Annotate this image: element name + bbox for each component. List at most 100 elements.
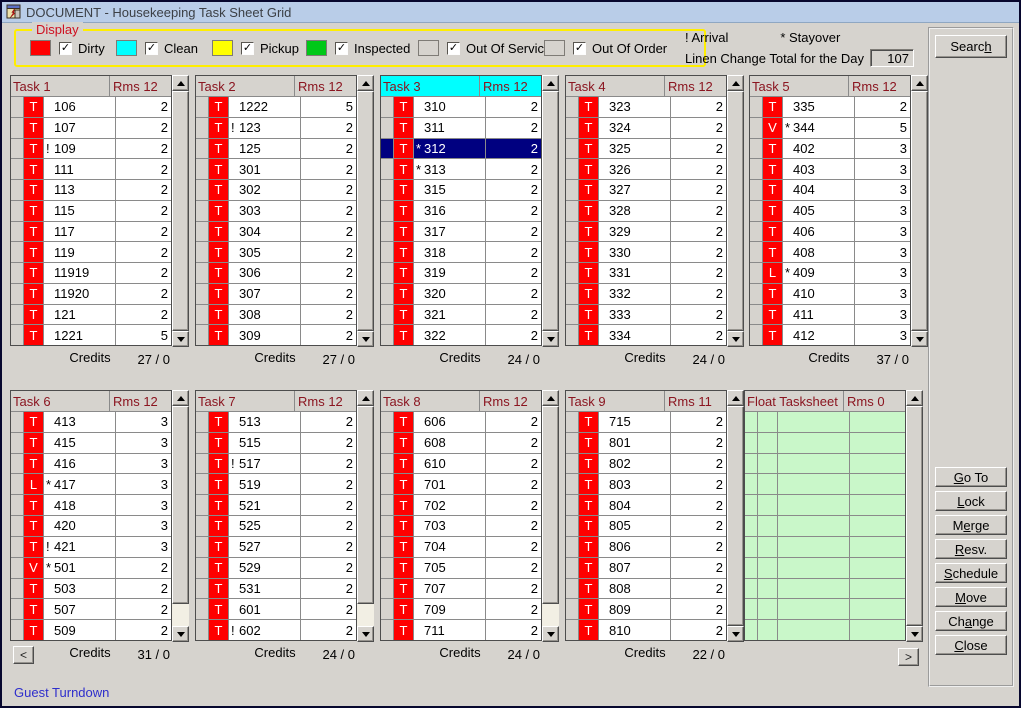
task-row[interactable] bbox=[745, 537, 905, 558]
row-selector[interactable] bbox=[11, 325, 24, 345]
scroll-down-button[interactable] bbox=[172, 626, 189, 642]
row-selector[interactable] bbox=[566, 433, 579, 453]
task-row[interactable]: T4133 bbox=[11, 412, 171, 433]
task-row[interactable]: T4033 bbox=[750, 159, 910, 180]
row-selector[interactable] bbox=[381, 558, 394, 578]
close-button[interactable]: Close bbox=[935, 635, 1007, 655]
task-row[interactable]: T!5172 bbox=[196, 454, 356, 475]
task-row[interactable]: T5152 bbox=[196, 433, 356, 454]
row-selector[interactable] bbox=[11, 139, 24, 159]
task-row[interactable]: T5032 bbox=[11, 579, 171, 600]
task-row[interactable]: T3082 bbox=[196, 305, 356, 326]
out-of-service-checkbox[interactable]: ✓ bbox=[447, 42, 460, 55]
task-row[interactable]: T4083 bbox=[750, 242, 910, 263]
row-selector[interactable] bbox=[750, 118, 763, 138]
scroll-up-button[interactable] bbox=[911, 75, 928, 91]
task-row[interactable]: T3332 bbox=[566, 305, 726, 326]
task-row[interactable] bbox=[745, 516, 905, 537]
row-selector[interactable] bbox=[381, 537, 394, 557]
row-selector[interactable] bbox=[381, 325, 394, 345]
task-row[interactable]: T7012 bbox=[381, 474, 541, 495]
row-selector[interactable] bbox=[11, 558, 24, 578]
panel-scrollbar[interactable] bbox=[542, 390, 559, 642]
guest-turndown-link[interactable]: Guest Turndown bbox=[14, 685, 109, 700]
scroll-thumb[interactable] bbox=[542, 91, 559, 331]
panel-scrollbar[interactable] bbox=[911, 75, 928, 347]
panel-scrollbar[interactable] bbox=[172, 390, 189, 642]
row-selector[interactable] bbox=[381, 433, 394, 453]
row-selector[interactable] bbox=[566, 620, 579, 640]
row-selector[interactable] bbox=[11, 537, 24, 557]
row-selector[interactable] bbox=[11, 284, 24, 304]
scroll-thumb[interactable] bbox=[911, 91, 928, 331]
row-selector[interactable] bbox=[381, 412, 394, 432]
task-row[interactable] bbox=[745, 599, 905, 620]
task-row[interactable]: T3022 bbox=[196, 180, 356, 201]
row-selector[interactable] bbox=[750, 159, 763, 179]
row-selector[interactable] bbox=[381, 263, 394, 283]
row-selector[interactable] bbox=[566, 412, 579, 432]
scroll-down-button[interactable] bbox=[542, 626, 559, 642]
panel-scrollbar[interactable] bbox=[727, 390, 744, 642]
task-row[interactable]: V*3445 bbox=[750, 118, 910, 139]
task-row[interactable]: L*4173 bbox=[11, 474, 171, 495]
row-selector[interactable] bbox=[196, 474, 209, 494]
task-row[interactable]: T8042 bbox=[566, 495, 726, 516]
task-row[interactable]: T3182 bbox=[381, 242, 541, 263]
row-selector[interactable] bbox=[11, 495, 24, 515]
task-row[interactable]: T4103 bbox=[750, 284, 910, 305]
scroll-thumb[interactable] bbox=[906, 406, 923, 626]
row-selector[interactable] bbox=[566, 242, 579, 262]
change-button[interactable]: Change bbox=[935, 611, 1007, 631]
row-selector[interactable] bbox=[196, 284, 209, 304]
row-selector[interactable] bbox=[566, 325, 579, 345]
task-row[interactable]: T!1092 bbox=[11, 139, 171, 160]
row-selector[interactable] bbox=[566, 284, 579, 304]
row-selector[interactable] bbox=[566, 222, 579, 242]
task-row[interactable]: T6062 bbox=[381, 412, 541, 433]
task-row[interactable]: T8092 bbox=[566, 599, 726, 620]
row-selector[interactable] bbox=[745, 599, 758, 619]
lock-button[interactable]: Lock bbox=[935, 491, 1007, 511]
scroll-thumb[interactable] bbox=[172, 406, 189, 604]
task-row[interactable]: L*4093 bbox=[750, 263, 910, 284]
row-selector[interactable] bbox=[196, 118, 209, 138]
task-row[interactable] bbox=[745, 433, 905, 454]
row-selector[interactable] bbox=[745, 412, 758, 432]
scroll-up-button[interactable] bbox=[542, 75, 559, 91]
scroll-thumb[interactable] bbox=[357, 406, 374, 604]
row-selector[interactable] bbox=[381, 599, 394, 619]
task-row[interactable]: T7072 bbox=[381, 579, 541, 600]
go-to-button[interactable]: Go To bbox=[935, 467, 1007, 487]
row-selector[interactable] bbox=[745, 620, 758, 640]
task-row[interactable]: T1152 bbox=[11, 201, 171, 222]
row-selector[interactable] bbox=[381, 118, 394, 138]
task-row[interactable]: T7112 bbox=[381, 620, 541, 640]
task-row[interactable]: T8032 bbox=[566, 474, 726, 495]
task-row[interactable]: T7032 bbox=[381, 516, 541, 537]
scroll-up-button[interactable] bbox=[172, 75, 189, 91]
task-row[interactable]: T3012 bbox=[196, 159, 356, 180]
row-selector[interactable] bbox=[750, 201, 763, 221]
task-row[interactable]: T3232 bbox=[566, 97, 726, 118]
scroll-down-button[interactable] bbox=[727, 626, 744, 642]
task-row[interactable]: T5292 bbox=[196, 558, 356, 579]
row-selector[interactable] bbox=[381, 284, 394, 304]
scroll-thumb[interactable] bbox=[357, 91, 374, 331]
panel-scrollbar[interactable] bbox=[542, 75, 559, 347]
task-row[interactable]: T3252 bbox=[566, 139, 726, 160]
row-selector[interactable] bbox=[196, 516, 209, 536]
row-selector[interactable] bbox=[566, 201, 579, 221]
row-selector[interactable] bbox=[566, 579, 579, 599]
row-selector[interactable] bbox=[381, 474, 394, 494]
task-row[interactable]: T4123 bbox=[750, 325, 910, 345]
task-row[interactable]: T4113 bbox=[750, 305, 910, 326]
task-row[interactable] bbox=[745, 474, 905, 495]
task-row[interactable]: T7022 bbox=[381, 495, 541, 516]
row-selector[interactable] bbox=[196, 242, 209, 262]
task-row[interactable]: T6082 bbox=[381, 433, 541, 454]
row-selector[interactable] bbox=[11, 474, 24, 494]
row-selector[interactable] bbox=[11, 454, 24, 474]
task-row[interactable]: T7092 bbox=[381, 599, 541, 620]
task-row[interactable]: T!6022 bbox=[196, 620, 356, 640]
